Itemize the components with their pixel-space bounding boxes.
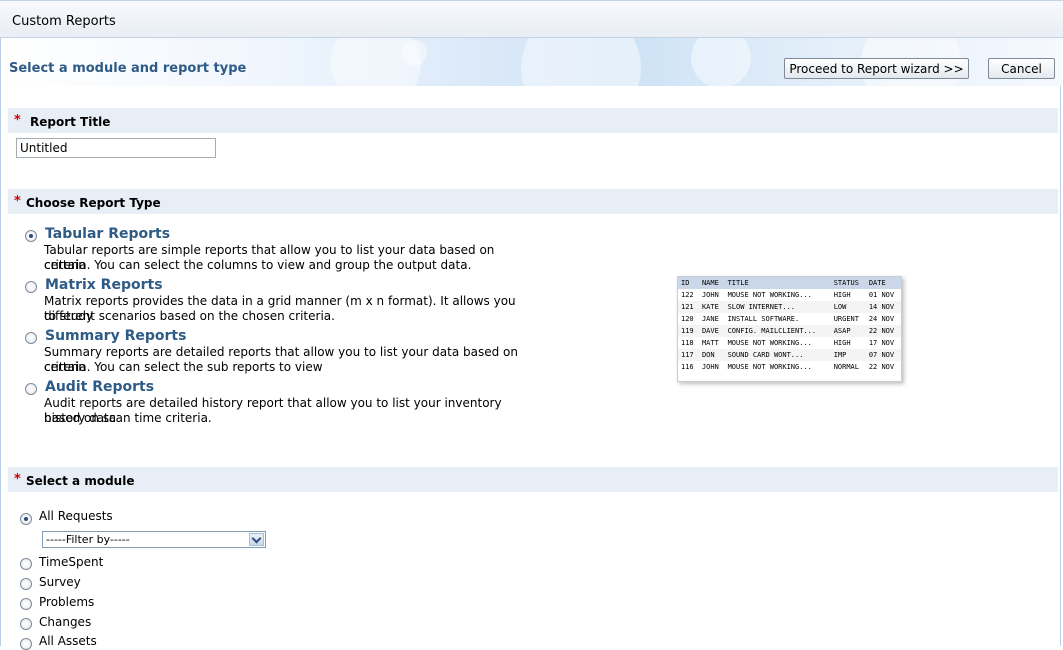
preview-header-row: ID NAME TITLE STATUS DATE <box>678 277 901 289</box>
radio-problems[interactable] <box>20 598 32 610</box>
preview-row: 119 DAVE CONFIG. MAILCLIENT... ASAP 22 NOV <box>678 325 901 337</box>
preview-cell: 07 NOV <box>865 349 901 361</box>
preview-row: 120 JANE INSTALL SOFTWARE. URGENT 24 NOV <box>678 313 901 325</box>
all-requests-label[interactable]: All Requests <box>39 509 113 523</box>
filter-by-value: -----Filter by----- <box>46 533 130 546</box>
audit-reports-desc-line2: based on scan time criteria. <box>44 411 212 425</box>
summary-reports-desc-line2: criteria. You can select the sub reports… <box>44 360 323 374</box>
preview-cell: 22 NOV <box>868 363 895 371</box>
required-marker: * <box>14 113 21 128</box>
preview-cell: 116 <box>681 363 694 371</box>
preview-cell: MOUSE NOT WORKING... <box>727 339 812 347</box>
preview-header-cell: NAME <box>698 277 725 289</box>
preview-header-cell: ID <box>678 277 699 289</box>
preview-cell: 117 <box>678 349 699 361</box>
required-marker: * <box>14 194 21 209</box>
radio-tabular-reports[interactable] <box>25 230 37 242</box>
preview-cell: HIGH <box>833 291 851 299</box>
radio-all-requests[interactable] <box>20 513 32 525</box>
preview-cell: ASAP <box>830 325 866 337</box>
preview-header-cell: TITLE <box>724 277 831 289</box>
proceed-to-report-wizard-button[interactable]: Proceed to Report wizard >> <box>784 58 969 79</box>
preview-table: ID NAME TITLE STATUS DATE 122 JOHN MOUSE N… <box>678 277 901 373</box>
preview-header-cell: STATUS <box>830 277 866 289</box>
radio-survey[interactable] <box>20 578 32 590</box>
preview-cell: NORMAL <box>833 363 859 371</box>
preview-cell: 22 NOV <box>865 325 901 337</box>
preview-cell: JOHN <box>701 291 719 299</box>
survey-label[interactable]: Survey <box>39 575 81 589</box>
report-title-label: Report Title <box>30 115 111 129</box>
preview-cell: JOHN <box>701 363 719 371</box>
preview-cell: MOUSE NOT WORKING... <box>727 291 812 299</box>
chevron-down-icon[interactable] <box>249 533 264 546</box>
radio-summary-reports[interactable] <box>25 332 37 344</box>
window-title: Custom Reports <box>12 14 116 29</box>
cancel-button[interactable]: Cancel <box>988 58 1055 79</box>
preview-cell: 119 <box>678 325 699 337</box>
preview-row: 117 DON SOUND CARD WONT... IMP 07 NOV <box>678 349 901 361</box>
decorative-bubble <box>521 38 641 86</box>
report-preview-image: ID NAME TITLE STATUS DATE 122 JOHN MOUSE N… <box>677 276 902 382</box>
summary-reports-title[interactable]: Summary Reports <box>45 328 186 344</box>
module-label: Select a module <box>26 474 135 488</box>
preview-cell: MATT <box>701 339 719 347</box>
preview-cell: 118 <box>681 339 694 347</box>
preview-cell: INSTALL SOFTWARE. <box>727 315 800 323</box>
report-title-input[interactable] <box>16 138 216 158</box>
radio-timespent[interactable] <box>20 558 32 570</box>
radio-changes[interactable] <box>20 618 32 630</box>
preview-cell: 14 NOV <box>865 301 901 313</box>
problems-label[interactable]: Problems <box>39 595 94 609</box>
preview-cell: SOUND CARD WONT... <box>724 349 831 361</box>
tabular-reports-desc-line2: criteria. You can select the columns to … <box>44 258 472 272</box>
required-marker: * <box>14 472 21 487</box>
matrix-reports-desc-line2: different scenarios based on the chosen … <box>44 309 335 323</box>
radio-all-assets[interactable] <box>20 638 32 650</box>
decorative-bubble <box>401 40 427 66</box>
preview-row: 118 MATT MOUSE NOT WORKING... HIGH 17 NOV <box>678 337 901 349</box>
preview-cell: HIGH <box>833 339 851 347</box>
report-type-section-header: * Choose Report Type <box>8 189 1058 214</box>
matrix-reports-title[interactable]: Matrix Reports <box>45 277 163 293</box>
report-type-label: Choose Report Type <box>26 196 161 210</box>
preview-row: 121 KATE SLOW INTERNET... LOW 14 NOV <box>678 301 901 313</box>
tabular-reports-title[interactable]: Tabular Reports <box>45 226 170 242</box>
radio-audit-reports[interactable] <box>25 383 37 395</box>
decorative-bubble <box>691 38 751 86</box>
preview-cell: URGENT <box>833 315 859 323</box>
radio-matrix-reports[interactable] <box>25 281 37 293</box>
preview-header-cell: DATE <box>865 277 901 289</box>
preview-cell: KATE <box>698 301 725 313</box>
preview-cell: 24 NOV <box>868 315 895 323</box>
preview-cell: 121 <box>678 301 699 313</box>
preview-cell: MOUSE NOT WORKING... <box>727 363 812 371</box>
preview-cell: LOW <box>830 301 866 313</box>
changes-label[interactable]: Changes <box>39 615 91 629</box>
preview-cell: IMP <box>830 349 866 361</box>
report-title-section-header: * Report Title <box>8 108 1058 133</box>
page-heading: Select a module and report type <box>9 61 247 76</box>
timespent-label[interactable]: TimeSpent <box>39 555 103 569</box>
preview-cell: 17 NOV <box>868 339 895 347</box>
preview-cell: 122 <box>681 291 694 299</box>
preview-row: 116 JOHN MOUSE NOT WORKING... NORMAL 22 NOV <box>678 361 901 373</box>
preview-cell: 01 NOV <box>868 291 895 299</box>
preview-cell: JANE <box>701 315 719 323</box>
preview-cell: CONFIG. MAILCLIENT... <box>724 325 831 337</box>
preview-row: 122 JOHN MOUSE NOT WORKING... HIGH 01 NOV <box>678 289 901 301</box>
filter-by-select[interactable]: -----Filter by----- <box>42 531 266 548</box>
preview-cell: 120 <box>681 315 694 323</box>
audit-reports-title[interactable]: Audit Reports <box>45 379 154 395</box>
title-bar: Custom Reports <box>0 0 1063 38</box>
preview-cell: SLOW INTERNET... <box>724 301 831 313</box>
preview-cell: DON <box>698 349 725 361</box>
preview-cell: DAVE <box>698 325 725 337</box>
module-section-header: * Select a module <box>8 467 1058 492</box>
